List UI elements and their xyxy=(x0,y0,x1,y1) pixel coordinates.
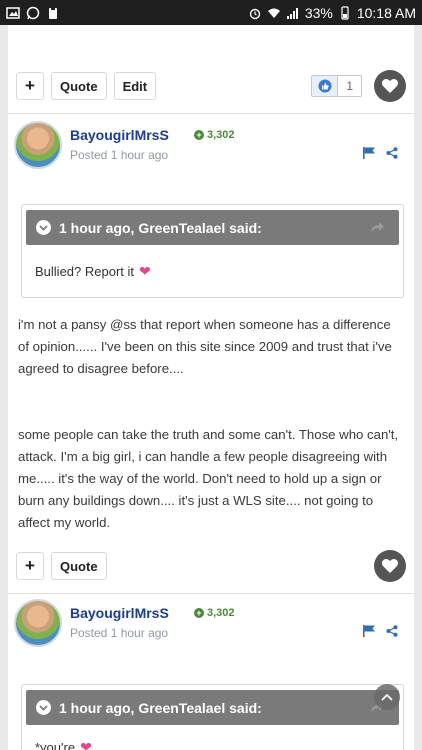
flag-icon[interactable] xyxy=(362,625,376,637)
reputation-count: 3,302 xyxy=(207,607,235,619)
like-icon xyxy=(312,76,339,96)
chevron-down-icon xyxy=(36,700,51,715)
share-icon[interactable] xyxy=(386,625,398,637)
alarm-icon xyxy=(248,6,262,20)
post-date: Posted 1 hour ago xyxy=(70,148,168,162)
avatar[interactable] xyxy=(14,121,62,169)
quote-text: Bullied? Report it xyxy=(35,264,134,279)
quote-body: Bullied? Report it ❤ xyxy=(35,263,151,280)
quote-header[interactable]: 1 hour ago, GreenTealael said: xyxy=(26,210,399,245)
battery-icon xyxy=(338,5,352,20)
heart-emoji-icon: ❤ xyxy=(80,739,92,750)
posted-label: Posted xyxy=(70,626,108,640)
gallery-notification-icon xyxy=(6,6,20,20)
flag-icon[interactable] xyxy=(362,147,376,159)
posted-time[interactable]: 1 hour ago xyxy=(111,626,168,640)
posted-time[interactable]: 1 hour ago xyxy=(111,148,168,162)
battery-percent: 33% xyxy=(304,4,333,21)
post-card: + Quote Edit 1 BayougirlMrsS + 3,302 Pos… xyxy=(8,25,414,537)
share-icon[interactable] xyxy=(386,147,398,159)
quote-header[interactable]: 1 hour ago, GreenTealael said: xyxy=(26,690,399,725)
clipboard-icon xyxy=(46,6,60,20)
author-name[interactable]: BayougirlMrsS xyxy=(70,127,169,143)
reputation-badge: + 3,302 xyxy=(194,607,235,619)
divider xyxy=(8,593,414,594)
heart-emoji-icon: ❤ xyxy=(139,263,151,279)
signal-icon xyxy=(286,6,300,20)
post-author: BayougirlMrsS + 3,302 Posted 1 hour ago xyxy=(14,599,414,649)
quote-body: *you're ❤ xyxy=(35,739,92,750)
avatar[interactable] xyxy=(14,599,62,647)
heart-icon xyxy=(381,79,399,93)
divider xyxy=(8,113,414,114)
reputation-plus-icon: + xyxy=(194,608,204,618)
reaction-summary[interactable]: 1 xyxy=(311,75,362,97)
status-bar: 33% 10:18 AM xyxy=(0,0,422,25)
reputation-badge: + 3,302 xyxy=(194,129,235,141)
author-name[interactable]: BayougirlMrsS xyxy=(70,605,169,621)
chevron-up-icon xyxy=(381,693,393,701)
posted-label: Posted xyxy=(70,148,108,162)
quote-block: 1 hour ago, GreenTealael said: Bullied? … xyxy=(21,204,404,298)
quote-button[interactable]: Quote xyxy=(51,552,107,580)
edit-button[interactable]: Edit xyxy=(113,72,157,100)
quote-block: 1 hour ago, GreenTealael said: *you're ❤ xyxy=(21,684,404,750)
whatsapp-icon xyxy=(26,6,40,20)
heart-icon xyxy=(381,559,399,573)
go-to-quote-icon[interactable] xyxy=(369,220,385,234)
reaction-count: 1 xyxy=(346,79,353,93)
post-card: + Quote BayougirlMrsS + 3,302 Posted 1 h… xyxy=(8,537,414,750)
multiquote-add-button[interactable]: + xyxy=(16,552,44,580)
quote-text: *you're xyxy=(35,740,76,750)
post-date: Posted 1 hour ago xyxy=(70,626,168,640)
post-paragraph: i'm not a pansy @ss that report when som… xyxy=(18,317,392,376)
clock: 10:18 AM xyxy=(356,4,416,21)
multiquote-add-button[interactable]: + xyxy=(16,72,44,100)
react-heart-button[interactable] xyxy=(374,550,406,582)
wifi-icon xyxy=(267,6,281,20)
quote-button[interactable]: Quote xyxy=(51,72,107,100)
quote-citation: 1 hour ago, GreenTealael said: xyxy=(59,699,262,716)
post-toolbar: + Quote xyxy=(16,548,414,584)
reputation-plus-icon: + xyxy=(194,130,204,140)
react-heart-button[interactable] xyxy=(374,70,406,102)
post-author: BayougirlMrsS + 3,302 Posted 1 hour ago xyxy=(14,121,414,171)
quote-citation: 1 hour ago, GreenTealael said: xyxy=(59,219,262,236)
chevron-down-icon xyxy=(36,220,51,235)
post-paragraph: some people can take the truth and some … xyxy=(18,427,399,530)
scroll-to-top-button[interactable] xyxy=(374,684,400,710)
reputation-count: 3,302 xyxy=(207,129,235,141)
post-toolbar: + Quote Edit 1 xyxy=(16,68,414,104)
